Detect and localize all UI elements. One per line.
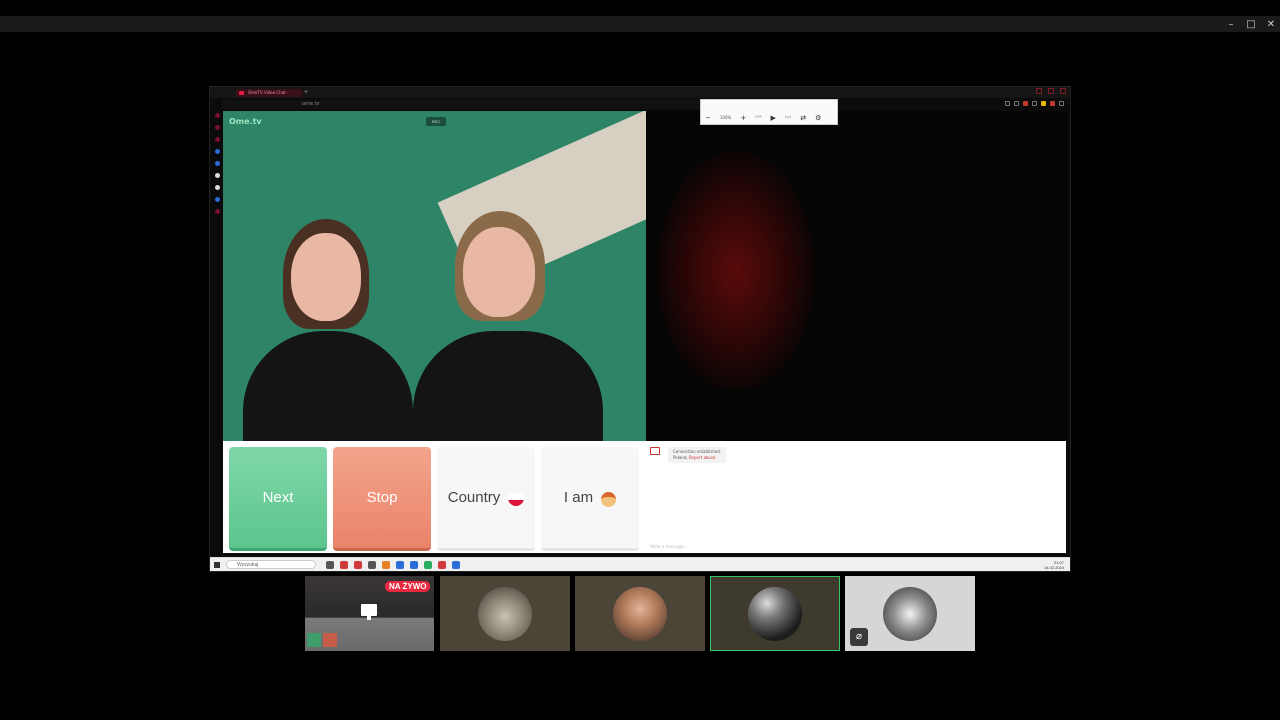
tiktok-icon[interactable] (214, 173, 220, 178)
windows-start-icon[interactable] (214, 562, 220, 568)
app-icon[interactable] (410, 561, 418, 569)
self-video (646, 111, 1068, 441)
opera-icon[interactable] (340, 561, 348, 569)
chrome-icon[interactable] (396, 561, 404, 569)
browser-window-controls (1036, 88, 1066, 94)
thumb-green (307, 633, 321, 647)
skip-forward-icon[interactable]: ⏭ (785, 113, 791, 122)
country-label: Country (447, 489, 501, 506)
minimize-icon[interactable]: – (1226, 19, 1236, 30)
close-icon[interactable]: ✕ (1266, 19, 1276, 30)
poland-flag-icon (508, 493, 525, 506)
extension-icon[interactable] (1005, 101, 1010, 106)
x-icon[interactable] (214, 185, 220, 190)
location-text: Poland, (673, 455, 688, 460)
extension-icon[interactable] (1050, 101, 1055, 106)
window-controls: – □ ✕ (1226, 16, 1276, 32)
viewer-toolbar: − 100% + ⏮ ▶ ⏭ ⇄ ⚙ (700, 99, 838, 125)
skip-back-icon[interactable]: ⏮ (755, 113, 761, 122)
zoom-in-icon[interactable]: + (740, 114, 746, 122)
messenger-icon[interactable] (214, 149, 220, 154)
extension-icon[interactable] (1014, 101, 1019, 106)
iam-label: I am (563, 489, 594, 506)
brave-icon[interactable] (354, 561, 362, 569)
extension-icons (1005, 101, 1064, 106)
gender-button[interactable]: I am (541, 447, 639, 551)
person-left (243, 211, 413, 441)
red-glow (656, 151, 816, 391)
participant-tile-bodybuilder[interactable]: ⌀ (845, 576, 975, 651)
shield-icon[interactable] (1023, 101, 1028, 106)
play-icon[interactable]: ▶ (771, 114, 776, 122)
discord-icon[interactable] (214, 197, 220, 202)
report-link[interactable]: Report abuse (689, 455, 716, 460)
sidebar-icon[interactable] (214, 137, 220, 142)
partner-video: Ome.tv REC (223, 111, 646, 441)
sidebar-icon[interactable] (214, 125, 220, 130)
participant-tile-boy[interactable] (575, 576, 705, 651)
browser-tab[interactable]: OmeTV Video Chat - (236, 89, 302, 97)
person-right (413, 211, 603, 441)
app-icon[interactable] (452, 561, 460, 569)
chat-panel: Connection established. Poland, Report a… (646, 441, 1066, 553)
camera-badge-icon: REC (426, 117, 446, 126)
share-icon[interactable]: ⇄ (800, 114, 806, 122)
avatar (748, 586, 802, 641)
taskbar-search[interactable]: Wyszukaj (226, 560, 316, 569)
participant-tile-cat[interactable] (440, 576, 570, 651)
zoom-level: 100% (719, 115, 732, 120)
windows-taskbar: Wyszukaj 21:07 14.02.2024 (210, 557, 1070, 571)
gear-icon[interactable]: ⚙ (815, 114, 821, 122)
messenger-icon[interactable] (214, 161, 220, 166)
ometv-logo: Ome.tv (229, 117, 262, 126)
taskbar-clock[interactable]: 21:07 14.02.2024 (1044, 560, 1064, 570)
tab-favicon-icon (239, 91, 244, 95)
extension-icon[interactable] (1032, 101, 1037, 106)
app-icon[interactable] (438, 561, 446, 569)
zoom-out-icon[interactable]: − (705, 114, 711, 122)
title-bar (0, 16, 1280, 32)
message-icon (650, 447, 660, 455)
participant-tile-screen[interactable]: NA ŻYWO (305, 576, 434, 651)
country-button[interactable]: Country (437, 447, 535, 551)
maximize-icon[interactable] (1048, 88, 1054, 94)
avatar (883, 586, 937, 641)
new-tab-icon[interactable]: + (304, 87, 308, 98)
explorer-icon[interactable] (368, 561, 376, 569)
thumb-red (323, 633, 337, 647)
chat-controls: Next Stop Country I am (223, 441, 646, 553)
taskbar-apps (326, 561, 460, 569)
stop-label: Stop (366, 489, 398, 506)
live-badge: NA ŻYWO (385, 581, 431, 592)
close-icon[interactable] (1060, 88, 1066, 94)
minimize-icon[interactable] (1036, 88, 1042, 94)
monitor-icon (361, 604, 377, 620)
browser-sidebar (213, 113, 221, 543)
participant-tile-ball[interactable] (710, 576, 840, 651)
next-button[interactable]: Next (229, 447, 327, 551)
sidebar-icon[interactable] (214, 209, 220, 214)
shared-screen: OmeTV Video Chat - + ome.tv Ome.tv REC −… (209, 86, 1071, 572)
task-view-icon[interactable] (326, 561, 334, 569)
tab-title: OmeTV Video Chat - (248, 90, 289, 95)
address-bar[interactable]: ome.tv (222, 100, 702, 109)
browser-tab-strip: OmeTV Video Chat - + (210, 87, 1070, 98)
menu-icon[interactable] (1059, 101, 1064, 106)
maximize-icon[interactable]: □ (1246, 19, 1256, 30)
clock-date: 14.02.2024 (1043, 565, 1064, 570)
no-screenshare-icon: ⌀ (850, 628, 868, 646)
avatar (613, 586, 667, 641)
app-icon[interactable] (382, 561, 390, 569)
wallet-icon[interactable] (1041, 101, 1046, 106)
system-message: Connection established. Poland, Report a… (650, 447, 727, 463)
message-input[interactable]: Write a message... (650, 544, 1060, 549)
sidebar-icon[interactable] (214, 113, 220, 118)
avatar (478, 586, 532, 641)
address-text: ome.tv (302, 101, 320, 107)
stop-button[interactable]: Stop (333, 447, 520, 551)
next-label: Next (262, 489, 294, 506)
app-icon[interactable] (424, 561, 432, 569)
chat-bubble: Connection established. Poland, Report a… (668, 447, 727, 463)
boy-emoji-icon (601, 492, 617, 507)
